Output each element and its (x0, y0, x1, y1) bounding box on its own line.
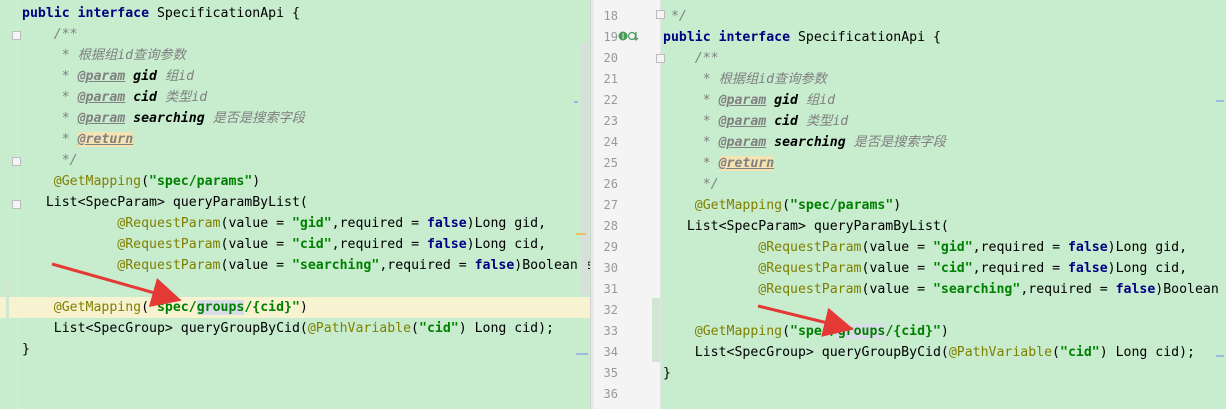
annotation-arrows (51, 262, 854, 337)
red-arrow-right (757, 304, 854, 337)
red-arrow-left (51, 262, 182, 307)
